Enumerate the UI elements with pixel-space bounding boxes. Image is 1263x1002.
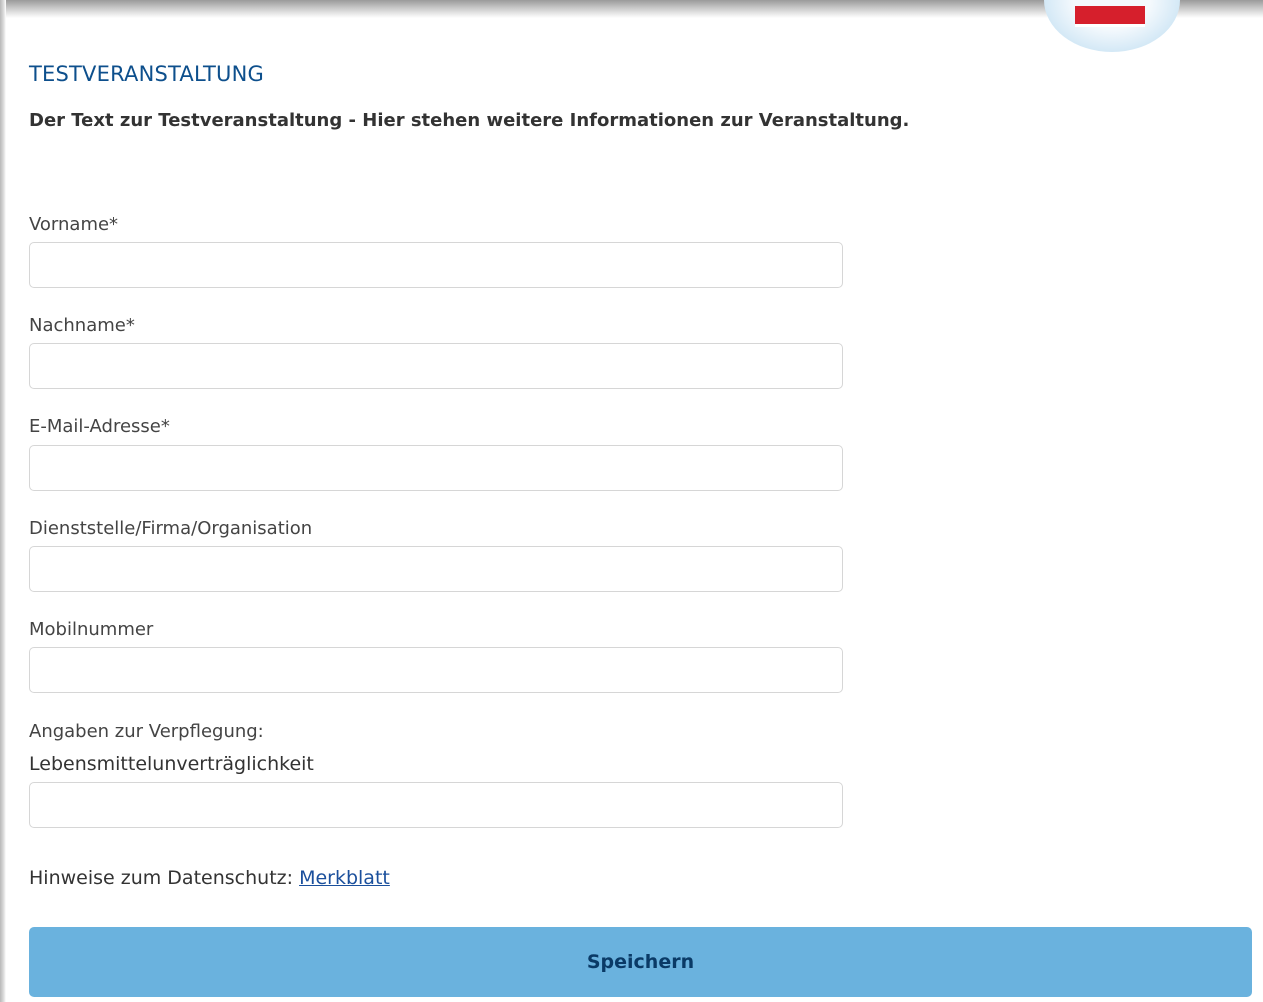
privacy-notice: Hinweise zum Datenschutz: Merkblatt: [29, 867, 390, 889]
email-label: E-Mail-Adresse*: [29, 416, 170, 437]
first-name-input[interactable]: [29, 242, 843, 288]
last-name-label: Nachname*: [29, 315, 135, 336]
page-title: TESTVERANSTALTUNG: [29, 62, 264, 86]
food-intolerance-label: Lebensmittelunverträglichkeit: [29, 753, 314, 775]
save-button[interactable]: Speichern: [29, 927, 1252, 997]
email-input[interactable]: [29, 445, 843, 491]
organization-label: Dienststelle/Firma/Organisation: [29, 518, 313, 539]
privacy-text: Hinweise zum Datenschutz:: [29, 867, 294, 889]
last-name-input[interactable]: [29, 343, 843, 389]
logo-red-bar: [1075, 6, 1145, 27]
catering-heading: Angaben zur Verpflegung:: [29, 721, 264, 742]
mobile-label: Mobilnummer: [29, 619, 154, 640]
event-description: Der Text zur Testveranstaltung - Hier st…: [29, 110, 910, 131]
mobile-input[interactable]: [29, 647, 843, 693]
organization-input[interactable]: [29, 546, 843, 592]
window-left-shadow: [0, 0, 6, 1002]
food-intolerance-input[interactable]: [29, 782, 843, 828]
first-name-label: Vorname*: [29, 214, 119, 235]
privacy-leaflet-link[interactable]: Merkblatt: [299, 867, 390, 889]
